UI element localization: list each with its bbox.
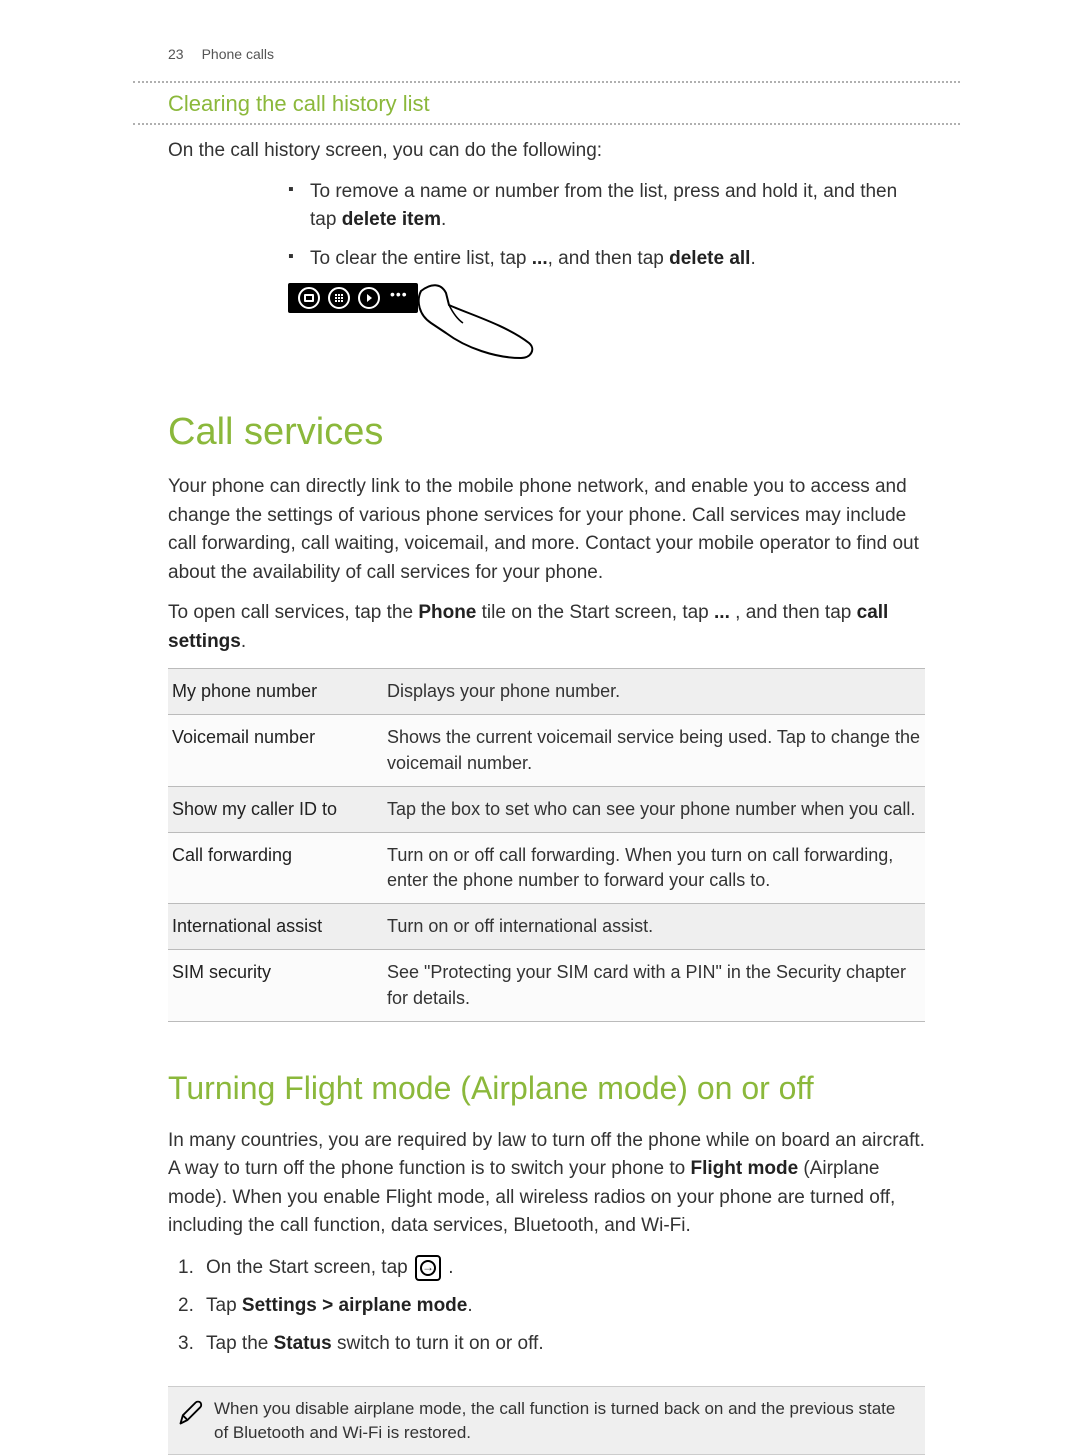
heading-call-services: Call services xyxy=(168,406,925,459)
tap-dots-illustration: ••• xyxy=(288,283,925,372)
call-services-open: To open call services, tap the Phone til… xyxy=(168,599,925,656)
call-services-table: My phone number Displays your phone numb… xyxy=(168,668,925,1022)
list-item: Tap the Status switch to turn it on or o… xyxy=(178,1329,925,1359)
pen-icon xyxy=(168,1397,214,1445)
table-row: International assist Turn on or off inte… xyxy=(168,904,925,950)
table-row: Show my caller ID to Tap the box to set … xyxy=(168,787,925,833)
flight-mode-para: In many countries, you are required by l… xyxy=(168,1127,925,1241)
page-header: 23 Phone calls xyxy=(168,45,925,65)
subheading-clear-history: Clearing the call history list xyxy=(168,83,925,124)
table-row: My phone number Displays your phone numb… xyxy=(168,669,925,715)
pointing-hand-icon xyxy=(411,283,541,372)
table-row: Call forwarding Turn on or off call forw… xyxy=(168,833,925,904)
heading-flight-mode: Turning Flight mode (Airplane mode) on o… xyxy=(168,1066,925,1111)
phone-action-bar: ••• xyxy=(288,283,418,313)
start-arrow-icon: → xyxy=(415,1255,441,1281)
list-item: Tap Settings > airplane mode. xyxy=(178,1291,925,1321)
more-dots-icon: ••• xyxy=(390,287,408,299)
page-number: 23 xyxy=(168,45,184,65)
divider xyxy=(133,123,960,125)
list-item: On the Start screen, tap → . xyxy=(178,1253,925,1283)
clear-history-list: To remove a name or number from the list… xyxy=(288,178,925,274)
list-item: To clear the entire list, tap ..., and t… xyxy=(288,245,925,274)
manual-page: 23 Phone calls Clearing the call history… xyxy=(0,0,1080,1455)
note-box: When you disable airplane mode, the call… xyxy=(168,1386,925,1455)
dialpad-icon xyxy=(328,287,350,309)
note-text: When you disable airplane mode, the call… xyxy=(214,1397,913,1445)
flight-mode-steps: On the Start screen, tap → . Tap Setting… xyxy=(178,1253,925,1360)
contacts-icon xyxy=(358,287,380,309)
table-row: Voicemail number Shows the current voice… xyxy=(168,715,925,786)
call-services-para: Your phone can directly link to the mobi… xyxy=(168,473,925,587)
clear-history-intro: On the call history screen, you can do t… xyxy=(168,137,925,166)
voicemail-icon xyxy=(298,287,320,309)
table-row: SIM security See "Protecting your SIM ca… xyxy=(168,950,925,1021)
list-item: To remove a name or number from the list… xyxy=(288,178,925,235)
section-title: Phone calls xyxy=(202,45,274,65)
